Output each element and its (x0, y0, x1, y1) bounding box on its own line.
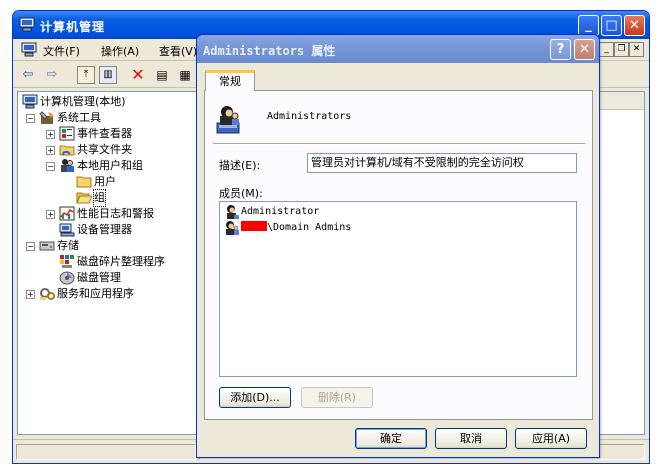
disk-management-icon (59, 271, 75, 285)
member-name-row: \Domain Admins (241, 220, 351, 236)
member-name: Administrator (241, 206, 320, 217)
tree-item-label: 事件查看器 (77, 127, 132, 140)
tree-item-label: 性能日志和警报 (77, 207, 154, 220)
back-arrow-icon: ⇦ (22, 67, 34, 82)
expand-toggle[interactable]: + (46, 130, 55, 139)
menu-file[interactable]: 文件(F) (43, 43, 80, 59)
group-name: Administrators (267, 111, 352, 122)
main-window-title: 计算机管理 (40, 20, 106, 34)
users-groups-icon (61, 159, 74, 172)
tree-item-label: 计算机管理(本地) (40, 95, 126, 108)
device-manager-icon (59, 223, 75, 237)
collapse-toggle[interactable]: − (26, 114, 35, 123)
ok-button[interactable]: 确定 (355, 428, 427, 449)
folder-open-icon (76, 192, 92, 204)
status-cell (16, 444, 196, 460)
administrators-properties-dialog: Administrators 属性 ? ✕ 常规 Administrators … (196, 34, 600, 458)
computer-icon[interactable] (21, 42, 37, 57)
forward-arrow-icon: ⇨ (46, 67, 58, 82)
main-close-button[interactable]: ✕ (624, 15, 645, 36)
dialog-title: Administrators 属性 (203, 44, 336, 58)
console-tree-icon: ▥ (103, 69, 113, 80)
members-list[interactable]: Administrator \Domain Admins (219, 201, 577, 377)
expand-toggle[interactable]: + (46, 146, 55, 155)
tab-general[interactable]: 常规 (205, 70, 255, 91)
collapse-toggle[interactable]: − (26, 242, 35, 251)
group-icon (216, 106, 240, 134)
tree-item-label: 磁盘碎片整理程序 (77, 255, 165, 268)
members-label: 成员(M): (219, 187, 263, 200)
mdi-window-controls: _ ❐ ✕ (599, 42, 645, 58)
tree-item-label: 存储 (57, 239, 79, 252)
member-name: \Domain Admins (267, 222, 352, 233)
event-viewer-icon (59, 126, 75, 141)
tree-item-label: 共享文件夹 (77, 143, 132, 156)
mdi-restore-button[interactable]: ❐ (614, 42, 629, 57)
defrag-icon (60, 255, 74, 268)
export-list-icon: ▦ (179, 68, 191, 82)
computer-icon (22, 94, 38, 109)
remove-button[interactable]: 删除(R) (301, 387, 373, 408)
expand-toggle[interactable]: + (46, 210, 55, 219)
tree-item-label: 磁盘管理 (77, 271, 121, 284)
expand-toggle[interactable]: + (26, 290, 35, 299)
up-folder-icon: ⤒ (83, 69, 89, 80)
properties-icon: ▤ (156, 68, 168, 82)
folder-icon (76, 176, 92, 188)
console-tree-pane[interactable]: 计算机管理(本地) − 系统工具 + 事件查看器 + 共享文件夹 − 本地用户和… (17, 91, 200, 435)
tree-item-label: 用户 (94, 175, 116, 188)
delete-x-icon: ✕ (131, 65, 145, 84)
tools-icon (39, 111, 53, 124)
storage-icon (39, 241, 55, 251)
description-field[interactable]: 管理员对计算机/域有不受限制的完全访问权 (307, 153, 577, 173)
up-level-button[interactable]: ⤒ (77, 66, 95, 84)
minimize-icon: _ (585, 18, 592, 33)
dialog-title-bar[interactable]: Administrators 属性 ? ✕ (197, 35, 599, 63)
computer-icon (19, 17, 35, 32)
tree-item-label: 本地用户和组 (77, 159, 143, 172)
mdi-close-button[interactable]: ✕ (629, 42, 644, 57)
export-button[interactable]: ▦ (176, 66, 194, 84)
tree-item-label: 设备管理器 (77, 223, 132, 236)
close-icon: ✕ (629, 18, 640, 33)
forward-button[interactable]: ⇨ (43, 66, 61, 84)
performance-icon (59, 206, 75, 221)
tree-item-label: 组 (93, 189, 106, 207)
tree-item-label: 系统工具 (57, 111, 101, 124)
properties-button[interactable]: ▤ (153, 66, 171, 84)
menu-action[interactable]: 操作(A) (101, 43, 139, 59)
maximize-icon: □ (605, 18, 618, 33)
mdi-minimize-button[interactable]: _ (599, 42, 614, 57)
maximize-button[interactable]: □ (601, 15, 622, 36)
show-hide-tree-button[interactable]: ▥ (99, 66, 117, 84)
back-button[interactable]: ⇦ (19, 66, 37, 84)
description-label: 描述(E): (219, 159, 261, 172)
close-icon: ✕ (579, 42, 590, 57)
tree-item-label: 服务和应用程序 (57, 287, 134, 300)
separator (213, 143, 585, 145)
apply-button[interactable]: 应用(A) (515, 428, 587, 449)
user-icon (227, 205, 239, 219)
collapse-toggle[interactable]: − (46, 162, 55, 171)
dialog-close-button[interactable]: ✕ (574, 39, 595, 60)
delete-button[interactable]: ✕ (129, 66, 147, 84)
add-button[interactable]: 添加(D)... (219, 387, 291, 408)
shared-folder-icon (59, 145, 75, 156)
minimize-button[interactable]: _ (578, 15, 599, 36)
menu-view[interactable]: 查看(V) (159, 43, 197, 59)
redaction-mark (241, 221, 267, 231)
services-icon (40, 288, 55, 300)
help-button[interactable]: ? (550, 39, 571, 60)
question-mark-icon: ? (556, 42, 565, 57)
group-icon (226, 221, 239, 235)
cancel-button[interactable]: 取消 (435, 428, 507, 449)
